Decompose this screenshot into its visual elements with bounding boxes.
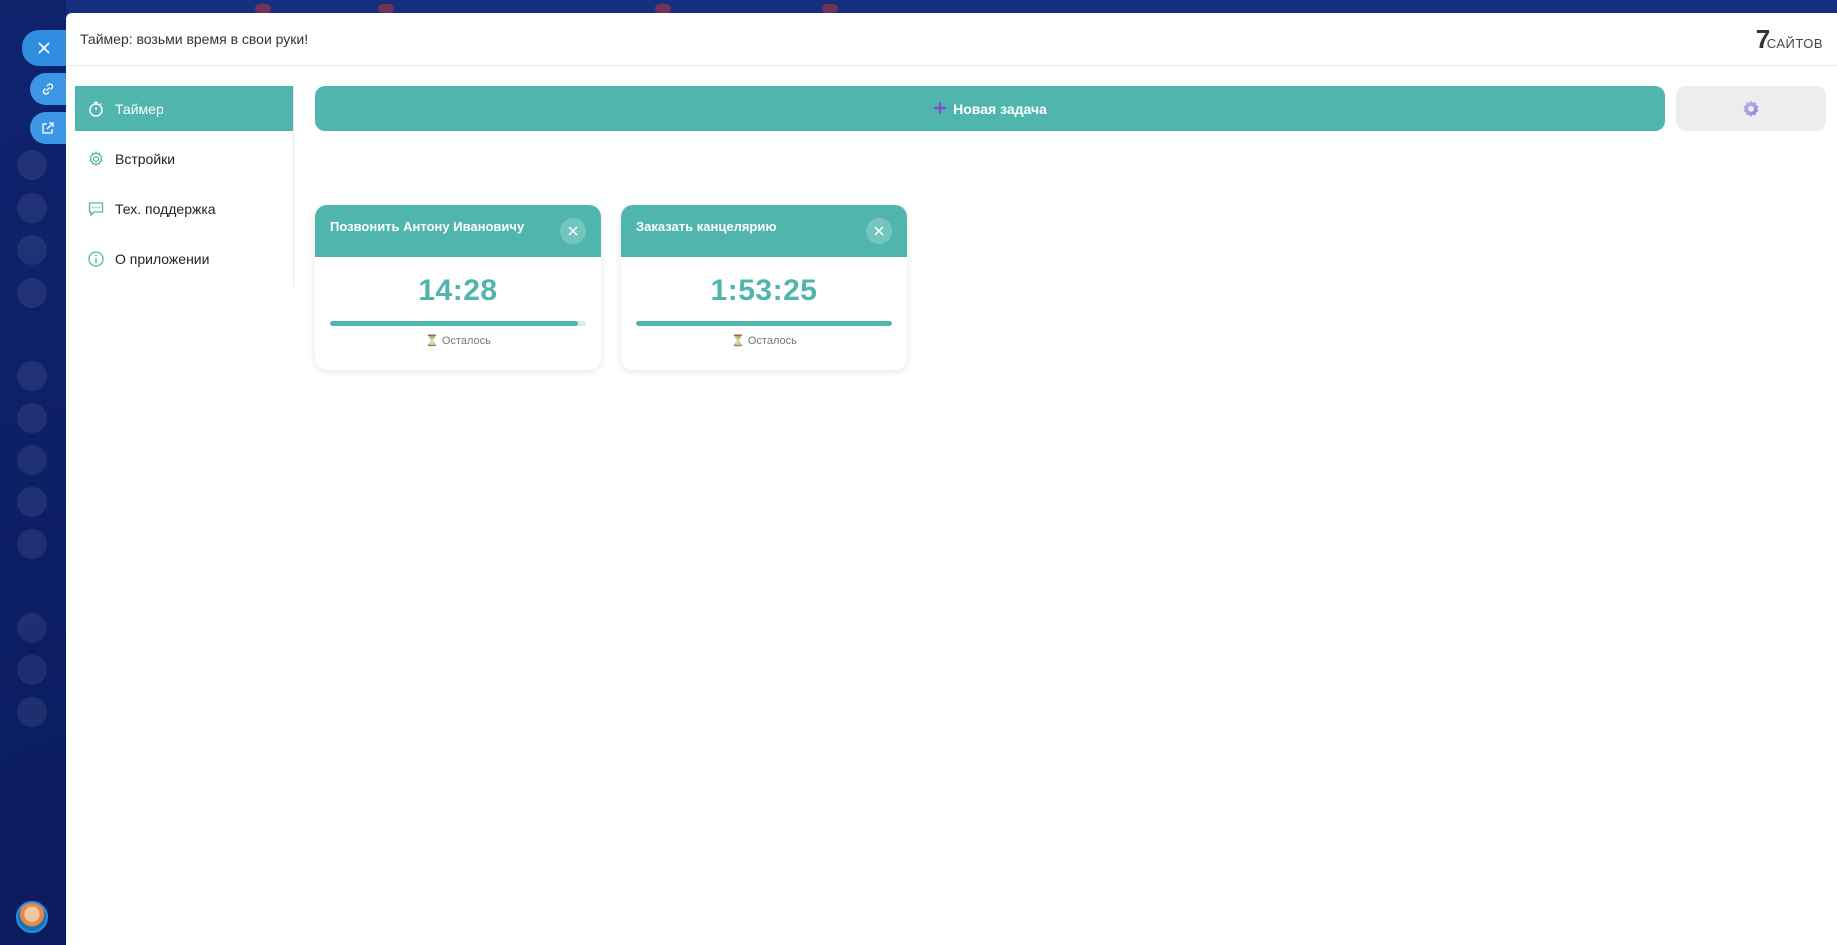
- menu-item-avatar: [17, 655, 47, 685]
- gear-icon: [1743, 100, 1759, 117]
- menu-item-avatar: [17, 193, 47, 223]
- task-timer-value: 1:53:25: [710, 274, 818, 307]
- info-icon: [87, 250, 105, 268]
- brand-logo: 7 САЙТОВ: [1756, 26, 1823, 52]
- settings-button[interactable]: [1676, 86, 1826, 131]
- hourglass-icon: ⏳: [425, 335, 439, 347]
- external-link-icon: [42, 122, 54, 134]
- menu-item-avatar: [17, 235, 47, 265]
- notification-badge: [655, 4, 671, 13]
- menu-item-avatar: [17, 529, 47, 559]
- task-card-header: Заказать канцелярию: [621, 205, 907, 257]
- close-slider-button[interactable]: [22, 30, 66, 66]
- task-remaining: ⏳ Осталось: [621, 334, 907, 347]
- window-title: Таймер: возьми время в свои руки!: [80, 31, 309, 47]
- menu-item-avatar: [17, 445, 47, 475]
- close-icon: [568, 226, 578, 236]
- sidebar-item-label: О приложении: [115, 250, 210, 267]
- task-title: Заказать канцелярию: [636, 219, 777, 234]
- background-top-bar: [0, 0, 1837, 13]
- menu-item-avatar: [17, 403, 47, 433]
- sidebar-item-label: Тех. поддержка: [115, 200, 216, 217]
- delete-task-button[interactable]: [866, 218, 892, 244]
- menu-item-avatar: [17, 697, 47, 727]
- hourglass-icon: ⏳: [731, 335, 745, 347]
- sidebar-item-about[interactable]: О приложении: [75, 236, 293, 281]
- task-progress-fill: [636, 321, 892, 326]
- task-progress-bar: [636, 321, 892, 326]
- sidebar-item-timer[interactable]: Таймер: [75, 86, 293, 131]
- copy-link-button[interactable]: [30, 73, 66, 105]
- open-new-window-button[interactable]: [30, 112, 66, 144]
- logo-text: САЙТОВ: [1766, 36, 1823, 51]
- sidebar-item-label: Таймер: [115, 100, 164, 117]
- app-panel: Таймер: возьми время в свои руки! 7 САЙТ…: [66, 13, 1837, 945]
- link-icon: [42, 83, 54, 95]
- panel-header: Таймер: возьми время в свои руки! 7 САЙТ…: [66, 13, 1837, 66]
- task-card: Заказать канцелярию 1:53:25 ⏳ Осталось: [621, 205, 907, 370]
- plus-icon: [933, 99, 947, 119]
- notification-badge: [822, 4, 838, 13]
- menu-item-avatar: [17, 278, 47, 308]
- user-avatar[interactable]: [16, 901, 48, 933]
- menu-item-avatar: [17, 361, 47, 391]
- chat-icon: [87, 200, 105, 218]
- task-title: Позвонить Антону Ивановичу: [330, 219, 525, 234]
- stopwatch-icon: [87, 100, 105, 118]
- menu-item-avatar: [17, 487, 47, 517]
- sidebar-item-label: Встройки: [115, 150, 176, 167]
- new-task-label: Новая задача: [953, 100, 1047, 117]
- menu-item-avatar: [17, 150, 47, 180]
- task-card-header: Позвонить Антону Ивановичу: [315, 205, 601, 257]
- gear-icon: [87, 150, 105, 168]
- task-remaining: ⏳ Осталось: [315, 334, 601, 347]
- task-remaining-label: Осталось: [441, 335, 491, 347]
- task-timer-value: 14:28: [418, 274, 498, 307]
- task-remaining-label: Осталось: [747, 335, 797, 347]
- task-progress-bar: [330, 321, 586, 326]
- notification-badge: [255, 4, 271, 13]
- delete-task-button[interactable]: [560, 218, 586, 244]
- close-icon: [38, 42, 50, 54]
- new-task-button[interactable]: Новая задача: [315, 86, 1665, 131]
- close-icon: [874, 226, 884, 236]
- task-progress-fill: [330, 321, 579, 326]
- notification-badge: [378, 4, 394, 13]
- task-card: Позвонить Антону Ивановичу 14:28 ⏳ Остало…: [315, 205, 601, 370]
- menu-item-avatar: [17, 613, 47, 643]
- sidebar-item-integrations[interactable]: Встройки: [75, 136, 293, 181]
- sidebar-nav: Таймер Встройки Тех. поддержка О приложе…: [75, 86, 294, 286]
- sidebar-item-support[interactable]: Тех. поддержка: [75, 186, 293, 231]
